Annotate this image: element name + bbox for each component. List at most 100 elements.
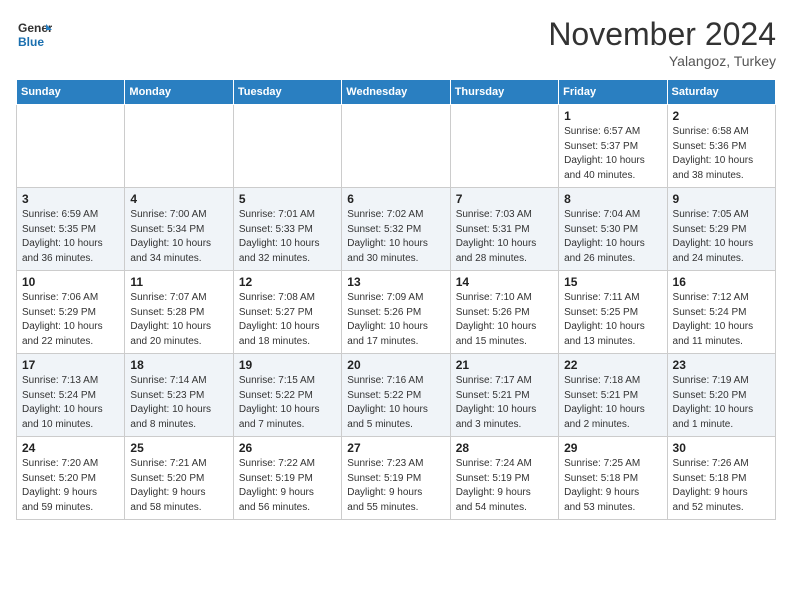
day-info: Sunrise: 7:21 AM Sunset: 5:20 PM Dayligh… <box>130 457 227 515</box>
day-cell: 20 Sunrise: 7:16 AM Sunset: 5:22 PM Dayli… <box>342 354 450 437</box>
day-info: Sunrise: 7:10 AM Sunset: 5:26 PM Dayligh… <box>456 291 553 349</box>
day-info: Sunrise: 7:08 AM Sunset: 5:27 PM Dayligh… <box>239 291 336 349</box>
day-number: 28 <box>456 441 553 455</box>
day-cell <box>342 105 450 188</box>
day-cell: 12 Sunrise: 7:08 AM Sunset: 5:27 PM Dayli… <box>233 271 341 354</box>
page-header: General Blue November 2024 Yalangoz, Tur… <box>16 16 776 69</box>
calendar-header-row: Sunday Monday Tuesday Wednesday Thursday… <box>17 80 776 105</box>
day-cell: 25 Sunrise: 7:21 AM Sunset: 5:20 PM Dayli… <box>125 437 233 520</box>
day-number: 1 <box>564 109 661 123</box>
day-cell: 18 Sunrise: 7:14 AM Sunset: 5:23 PM Dayli… <box>125 354 233 437</box>
day-cell: 1 Sunrise: 6:57 AM Sunset: 5:37 PM Daylig… <box>559 105 667 188</box>
day-number: 15 <box>564 275 661 289</box>
day-cell: 28 Sunrise: 7:24 AM Sunset: 5:19 PM Dayli… <box>450 437 558 520</box>
header-thursday: Thursday <box>450 80 558 105</box>
day-info: Sunrise: 7:01 AM Sunset: 5:33 PM Dayligh… <box>239 208 336 266</box>
day-number: 11 <box>130 275 227 289</box>
day-cell: 9 Sunrise: 7:05 AM Sunset: 5:29 PM Daylig… <box>667 188 775 271</box>
header-sunday: Sunday <box>17 80 125 105</box>
day-cell: 4Sunrise: 7:00 AM Sunset: 5:34 PM Daylig… <box>125 188 233 271</box>
header-wednesday: Wednesday <box>342 80 450 105</box>
logo: General Blue <box>16 16 52 52</box>
day-number: 29 <box>564 441 661 455</box>
week-row-2: 10 Sunrise: 7:06 AM Sunset: 5:29 PM Dayli… <box>17 271 776 354</box>
day-number: 20 <box>347 358 444 372</box>
day-number: 6 <box>347 192 444 206</box>
day-info: Sunrise: 7:03 AM Sunset: 5:31 PM Dayligh… <box>456 208 553 266</box>
day-info: Sunrise: 7:26 AM Sunset: 5:18 PM Dayligh… <box>673 457 770 515</box>
day-cell <box>17 105 125 188</box>
day-info: Sunrise: 7:17 AM Sunset: 5:21 PM Dayligh… <box>456 374 553 432</box>
day-number: 13 <box>347 275 444 289</box>
day-info: Sunrise: 7:16 AM Sunset: 5:22 PM Dayligh… <box>347 374 444 432</box>
header-friday: Friday <box>559 80 667 105</box>
day-number: 12 <box>239 275 336 289</box>
calendar-table: Sunday Monday Tuesday Wednesday Thursday… <box>16 79 776 520</box>
day-cell: 16 Sunrise: 7:12 AM Sunset: 5:24 PM Dayli… <box>667 271 775 354</box>
day-cell <box>233 105 341 188</box>
day-info: Sunrise: 7:02 AM Sunset: 5:32 PM Dayligh… <box>347 208 444 266</box>
day-info: Sunrise: 7:14 AM Sunset: 5:23 PM Dayligh… <box>130 374 227 432</box>
day-cell: 11 Sunrise: 7:07 AM Sunset: 5:28 PM Dayli… <box>125 271 233 354</box>
day-cell: 30Sunrise: 7:26 AM Sunset: 5:18 PM Dayli… <box>667 437 775 520</box>
day-number: 7 <box>456 192 553 206</box>
day-cell: 13 Sunrise: 7:09 AM Sunset: 5:26 PM Dayli… <box>342 271 450 354</box>
day-info: Sunrise: 6:57 AM Sunset: 5:37 PM Dayligh… <box>564 125 661 183</box>
day-cell: 14Sunrise: 7:10 AM Sunset: 5:26 PM Dayli… <box>450 271 558 354</box>
day-info: Sunrise: 7:04 AM Sunset: 5:30 PM Dayligh… <box>564 208 661 266</box>
day-info: Sunrise: 7:24 AM Sunset: 5:19 PM Dayligh… <box>456 457 553 515</box>
day-number: 22 <box>564 358 661 372</box>
day-info: Sunrise: 6:58 AM Sunset: 5:36 PM Dayligh… <box>673 125 770 183</box>
day-cell: 3Sunrise: 6:59 AM Sunset: 5:35 PM Daylig… <box>17 188 125 271</box>
month-title: November 2024 <box>548 16 776 53</box>
header-tuesday: Tuesday <box>233 80 341 105</box>
day-cell: 21Sunrise: 7:17 AM Sunset: 5:21 PM Dayli… <box>450 354 558 437</box>
day-info: Sunrise: 6:59 AM Sunset: 5:35 PM Dayligh… <box>22 208 119 266</box>
day-cell: 22 Sunrise: 7:18 AM Sunset: 5:21 PM Dayli… <box>559 354 667 437</box>
day-cell: 17 Sunrise: 7:13 AM Sunset: 5:24 PM Dayli… <box>17 354 125 437</box>
day-info: Sunrise: 7:19 AM Sunset: 5:20 PM Dayligh… <box>673 374 770 432</box>
day-info: Sunrise: 7:20 AM Sunset: 5:20 PM Dayligh… <box>22 457 119 515</box>
day-number: 16 <box>673 275 770 289</box>
day-cell <box>450 105 558 188</box>
day-cell: 24Sunrise: 7:20 AM Sunset: 5:20 PM Dayli… <box>17 437 125 520</box>
day-info: Sunrise: 7:12 AM Sunset: 5:24 PM Dayligh… <box>673 291 770 349</box>
day-info: Sunrise: 7:06 AM Sunset: 5:29 PM Dayligh… <box>22 291 119 349</box>
day-info: Sunrise: 7:09 AM Sunset: 5:26 PM Dayligh… <box>347 291 444 349</box>
day-info: Sunrise: 7:18 AM Sunset: 5:21 PM Dayligh… <box>564 374 661 432</box>
day-cell: 2Sunrise: 6:58 AM Sunset: 5:36 PM Daylig… <box>667 105 775 188</box>
day-cell: 5Sunrise: 7:01 AM Sunset: 5:33 PM Daylig… <box>233 188 341 271</box>
day-info: Sunrise: 7:11 AM Sunset: 5:25 PM Dayligh… <box>564 291 661 349</box>
day-number: 27 <box>347 441 444 455</box>
header-saturday: Saturday <box>667 80 775 105</box>
day-cell: 26Sunrise: 7:22 AM Sunset: 5:19 PM Dayli… <box>233 437 341 520</box>
day-number: 10 <box>22 275 119 289</box>
day-info: Sunrise: 7:13 AM Sunset: 5:24 PM Dayligh… <box>22 374 119 432</box>
day-info: Sunrise: 7:07 AM Sunset: 5:28 PM Dayligh… <box>130 291 227 349</box>
day-cell: 29 Sunrise: 7:25 AM Sunset: 5:18 PM Dayli… <box>559 437 667 520</box>
day-info: Sunrise: 7:23 AM Sunset: 5:19 PM Dayligh… <box>347 457 444 515</box>
logo-icon: General Blue <box>16 16 52 52</box>
header-monday: Monday <box>125 80 233 105</box>
day-number: 9 <box>673 192 770 206</box>
day-number: 25 <box>130 441 227 455</box>
title-section: November 2024 Yalangoz, Turkey <box>548 16 776 69</box>
week-row-4: 24Sunrise: 7:20 AM Sunset: 5:20 PM Dayli… <box>17 437 776 520</box>
day-info: Sunrise: 7:05 AM Sunset: 5:29 PM Dayligh… <box>673 208 770 266</box>
day-cell: 8 Sunrise: 7:04 AM Sunset: 5:30 PM Daylig… <box>559 188 667 271</box>
day-info: Sunrise: 7:00 AM Sunset: 5:34 PM Dayligh… <box>130 208 227 266</box>
day-cell: 7 Sunrise: 7:03 AM Sunset: 5:31 PM Daylig… <box>450 188 558 271</box>
day-cell: 23 Sunrise: 7:19 AM Sunset: 5:20 PM Dayli… <box>667 354 775 437</box>
day-number: 26 <box>239 441 336 455</box>
day-cell: 27 Sunrise: 7:23 AM Sunset: 5:19 PM Dayli… <box>342 437 450 520</box>
location: Yalangoz, Turkey <box>548 53 776 69</box>
day-number: 19 <box>239 358 336 372</box>
day-number: 23 <box>673 358 770 372</box>
week-row-3: 17 Sunrise: 7:13 AM Sunset: 5:24 PM Dayli… <box>17 354 776 437</box>
week-row-1: 3Sunrise: 6:59 AM Sunset: 5:35 PM Daylig… <box>17 188 776 271</box>
day-number: 18 <box>130 358 227 372</box>
day-number: 17 <box>22 358 119 372</box>
day-number: 8 <box>564 192 661 206</box>
day-cell: 10 Sunrise: 7:06 AM Sunset: 5:29 PM Dayli… <box>17 271 125 354</box>
day-info: Sunrise: 7:25 AM Sunset: 5:18 PM Dayligh… <box>564 457 661 515</box>
